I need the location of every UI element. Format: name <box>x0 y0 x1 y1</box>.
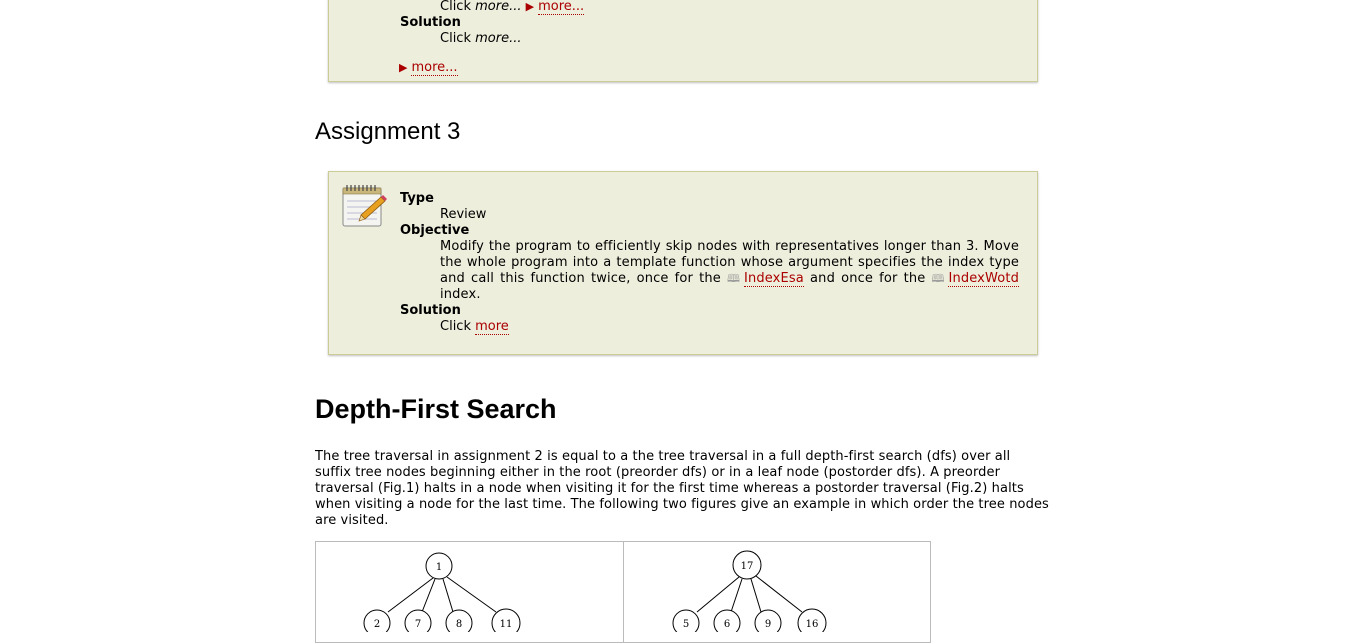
tree-node: 7 <box>415 619 421 630</box>
objective-value: Modify the program to efficiently skip n… <box>440 239 1020 302</box>
type-label: Type <box>400 191 434 206</box>
book-icon: 🕮 <box>727 272 742 285</box>
previous-more-link[interactable]: more... <box>538 0 585 15</box>
previous-objective-line: Click more... ▶ more... <box>440 0 585 15</box>
assignment3-box: Type Review Objective Modify the program… <box>328 171 1038 355</box>
tree-node: 2 <box>374 619 380 630</box>
tree-node: 9 <box>765 619 771 630</box>
tree-node: 6 <box>724 619 730 630</box>
tree-node: 1 <box>436 562 442 573</box>
previous-solution-label: Solution <box>400 15 461 30</box>
solution-label: Solution <box>400 303 461 318</box>
dfs-paragraph: The tree traversal in assignment 2 is eq… <box>315 449 1049 528</box>
tree-node: 5 <box>683 619 689 630</box>
tree-node: 17 <box>741 561 754 572</box>
previous-footer-more[interactable]: ▶ more... <box>399 60 1019 76</box>
tree-node: 8 <box>456 619 462 630</box>
index-esa-link[interactable]: IndexEsa <box>743 271 804 287</box>
dfs-heading: Depth-First Search <box>315 394 557 424</box>
notepad-icon <box>342 185 387 227</box>
previous-assignment-box: Click more... ▶ more... Solution Click mo… <box>328 0 1038 82</box>
expand-triangle-icon: ▶ <box>525 0 535 13</box>
figure-table: 1 2 7 8 11 17 5 6 9 16 <box>315 541 931 643</box>
previous-solution-value: Click more... <box>440 31 522 46</box>
tree-node: 16 <box>806 619 819 630</box>
objective-label: Objective <box>400 223 470 238</box>
preorder-tree-figure: 1 2 7 8 11 <box>363 552 521 632</box>
assignment3-content: Type Review Objective Modify the program… <box>400 191 1020 335</box>
assignment3-heading: Assignment 3 <box>315 118 461 145</box>
tree-node: 11 <box>500 619 513 630</box>
type-value: Review <box>440 207 487 222</box>
book-icon: 🕮 <box>931 272 947 285</box>
expand-triangle-icon: ▶ <box>399 61 408 74</box>
solution-value: Click more <box>440 319 509 335</box>
solution-more-link[interactable]: more <box>475 319 509 335</box>
index-wotd-link[interactable]: IndexWotd <box>948 271 1020 287</box>
previous-assignment-content: Click more... ▶ more... Solution Click mo… <box>399 0 1019 76</box>
postorder-tree-figure: 17 5 6 9 16 <box>672 550 827 632</box>
